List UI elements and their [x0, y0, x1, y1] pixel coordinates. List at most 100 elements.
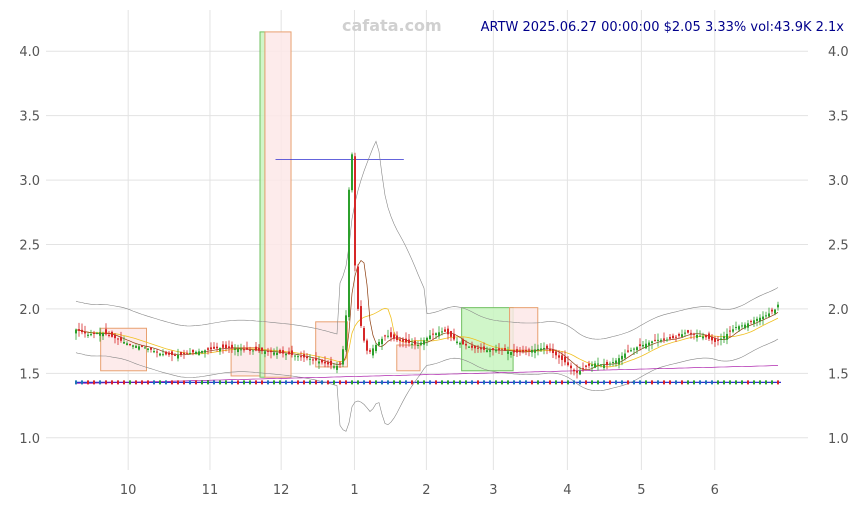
volume-marker: [387, 380, 389, 385]
candle-body: [423, 340, 425, 345]
candle-body: [744, 324, 746, 329]
candle-body: [360, 306, 362, 326]
candle-body: [255, 346, 257, 351]
candle-body: [198, 351, 200, 355]
candle-body: [114, 334, 116, 339]
candle-body: [636, 347, 638, 351]
candle-body: [420, 342, 422, 345]
candle-body: [132, 345, 134, 347]
candle-body: [477, 347, 479, 349]
candle-body: [765, 315, 767, 317]
signal-box: [509, 307, 539, 351]
candle-body: [129, 344, 131, 346]
candle-body: [135, 345, 137, 348]
y-tick-label-left: 2.0: [19, 303, 40, 318]
volume-marker: [723, 380, 725, 385]
candle-body: [486, 350, 488, 353]
candle-body: [666, 339, 668, 341]
volume-marker: [93, 380, 95, 385]
candle-body: [729, 330, 731, 332]
candle-body: [567, 362, 569, 366]
volume-marker: [675, 380, 677, 385]
candle-body: [687, 330, 689, 333]
candle-body: [324, 361, 326, 364]
candle-body: [609, 363, 611, 365]
y-tick-label-left: 1.5: [19, 367, 40, 382]
candle-body: [576, 370, 578, 373]
candle-body: [411, 343, 413, 345]
candle-body: [405, 338, 407, 343]
candle-body: [339, 362, 341, 364]
volume-marker: [747, 380, 749, 385]
candle-body: [750, 321, 752, 323]
volume-marker: [609, 380, 611, 385]
candle-body: [702, 336, 704, 339]
candle-body: [336, 365, 338, 370]
candle-body: [642, 344, 644, 347]
candle-body: [276, 352, 278, 356]
volume-marker: [639, 380, 641, 385]
candle-body: [117, 338, 119, 340]
candle-body: [771, 309, 773, 312]
chart-title: ARTW 2025.06.27 00:00:00 $2.05 3.33% vol…: [481, 20, 845, 35]
candle-body: [195, 351, 197, 355]
volume-marker: [381, 380, 383, 385]
candle-body: [591, 364, 593, 366]
volume-marker: [555, 380, 557, 385]
volume-marker: [507, 380, 509, 385]
candle-body: [525, 349, 527, 352]
candle-body: [282, 350, 284, 354]
candle-body: [315, 358, 317, 361]
candle-body: [495, 350, 497, 352]
candle-body: [552, 349, 554, 354]
volume-marker: [351, 380, 353, 385]
signal-box: [396, 344, 421, 372]
candle-body: [465, 343, 467, 346]
candle-body: [708, 333, 710, 339]
candle-body: [555, 351, 557, 356]
candle-body: [285, 353, 287, 356]
candle-body: [462, 339, 464, 345]
candle-body: [774, 309, 776, 314]
candle-body: [381, 338, 383, 345]
candle-body: [108, 334, 110, 336]
volume-marker: [291, 380, 293, 385]
candle-body: [519, 350, 521, 353]
candle-body: [663, 338, 665, 340]
volume-marker: [633, 380, 635, 385]
candle-body: [453, 333, 455, 340]
candle-body: [99, 332, 101, 336]
candle-body: [213, 346, 215, 349]
candle-body: [384, 335, 386, 337]
candle-body: [174, 355, 176, 357]
candle-body: [645, 343, 647, 349]
volume-marker: [99, 380, 101, 385]
candle-body: [258, 348, 260, 351]
y-tick-label-left: 3.0: [19, 174, 40, 189]
volume-marker: [615, 380, 617, 385]
candle-body: [240, 349, 242, 351]
volume-marker: [285, 380, 287, 385]
candle-body: [738, 326, 740, 330]
volume-marker: [111, 380, 113, 385]
volume-marker: [327, 380, 329, 385]
volume-marker: [441, 380, 443, 385]
volume-marker: [453, 380, 455, 385]
candle-body: [294, 355, 296, 357]
candle-body: [762, 316, 764, 320]
candle-body: [111, 331, 113, 337]
candle-body: [330, 360, 332, 366]
volume-marker: [363, 380, 365, 385]
volume-marker: [669, 380, 671, 385]
volume-marker: [513, 380, 515, 385]
candle-body: [492, 348, 494, 351]
candle-body: [570, 365, 572, 369]
candle-body: [483, 346, 485, 350]
candle-body: [756, 318, 758, 321]
candle-body: [528, 349, 530, 351]
candle-body: [543, 347, 545, 350]
x-tick-label: 6: [711, 483, 719, 498]
candle-body: [651, 341, 653, 343]
volume-marker: [333, 380, 335, 385]
volume-marker: [561, 380, 563, 385]
